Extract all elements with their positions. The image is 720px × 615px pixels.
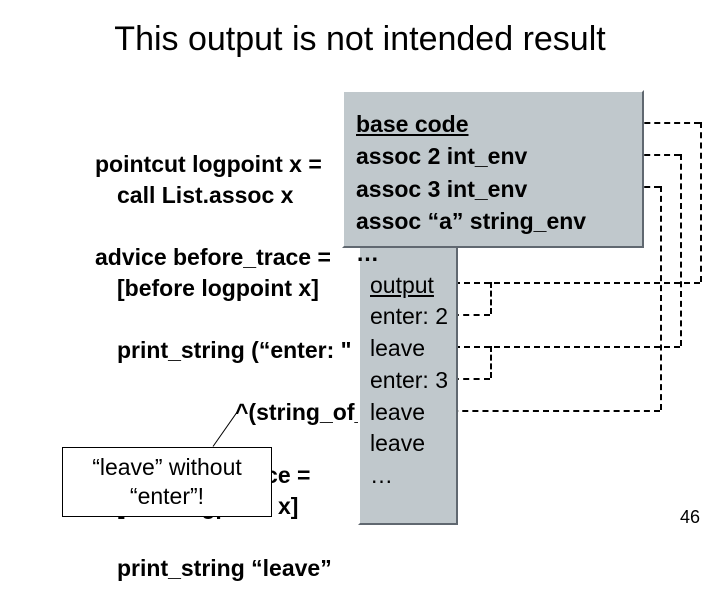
connector-line xyxy=(680,154,682,346)
note-callout: “leave” without “enter”! xyxy=(62,447,272,517)
output-line: … xyxy=(370,462,393,488)
base-line: assoc “a” string_env xyxy=(356,208,586,234)
connector-line xyxy=(454,346,680,348)
output-line: leave xyxy=(370,399,425,425)
page-number: 46 xyxy=(680,507,700,528)
output-header: output xyxy=(370,272,434,298)
output-line: enter: 3 xyxy=(370,367,448,393)
output-text: output enter: 2 leave enter: 3 leave lea… xyxy=(370,238,448,492)
connector-line xyxy=(700,122,702,282)
output-line: leave xyxy=(370,430,425,456)
code-line: print_string “leave” xyxy=(95,553,367,584)
code-line: ^(string_of_ xyxy=(95,397,367,428)
code-line: pointcut logpoint x = xyxy=(95,151,322,177)
connector-line xyxy=(432,410,660,412)
note-line: “enter”! xyxy=(63,482,271,511)
connector-line xyxy=(660,186,662,410)
output-line: leave xyxy=(370,335,425,361)
base-line: assoc 2 int_env xyxy=(356,143,527,169)
code-line: print_string (“enter: " xyxy=(95,335,367,366)
connector-line xyxy=(490,346,492,378)
output-line: enter: 2 xyxy=(370,303,448,329)
code-line: advice before_trace = xyxy=(95,244,331,270)
connector-line xyxy=(490,282,492,314)
code-line: call List.assoc x xyxy=(95,180,367,211)
slide-title: This output is not intended result xyxy=(0,20,720,59)
base-line: assoc 3 int_env xyxy=(356,176,527,202)
base-header: base code xyxy=(356,111,469,137)
note-line: “leave” without xyxy=(63,453,271,482)
code-line: [before logpoint x] xyxy=(95,273,367,304)
aspect-code: pointcut logpoint x = call List.assoc x … xyxy=(95,118,367,615)
